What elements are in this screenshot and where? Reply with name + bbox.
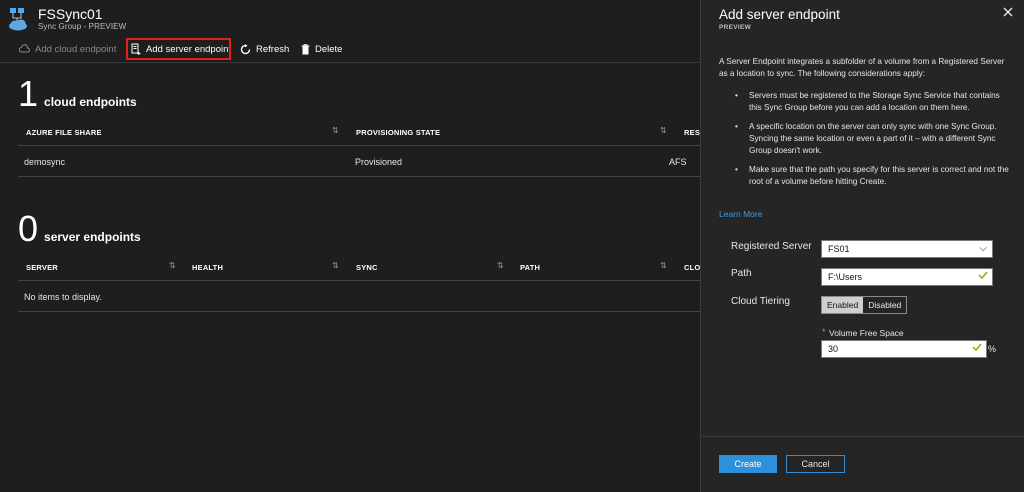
column-header-health[interactable]: HEALTH [192,263,223,272]
path-label: Path [731,268,752,279]
checkmark-icon [978,271,988,280]
blade-title: FSSync01 [38,6,103,22]
cell-resource: AFS [669,157,687,167]
create-button[interactable]: Create [719,455,777,473]
refresh-label: Refresh [256,43,290,55]
consideration-text: A specific location on the server can on… [749,122,997,155]
panel-description: A Server Endpoint integrates a subfolder… [719,57,1005,78]
sort-icon[interactable]: ⇅ [332,261,339,270]
panel-preview-badge: PREVIEW [719,24,752,31]
bullet-icon: • [735,165,738,174]
blade-header: FSSync01 Sync Group - PREVIEW [0,0,700,36]
close-icon[interactable] [1002,6,1014,18]
server-endpoints-header-row: SERVER ⇅ HEALTH ⇅ SYNC ⇅ PATH ⇅ CLOU [18,253,706,281]
cloud-tiering-label: Cloud Tiering [731,296,790,307]
divider [0,62,700,63]
refresh-button[interactable]: Refresh [240,37,289,61]
add-cloud-endpoint-button[interactable]: Add cloud endpoint [18,37,116,61]
divider [700,436,1024,437]
list-item: • Make sure that the path you specify fo… [735,164,1011,188]
sync-group-blade: FSSync01 Sync Group - PREVIEW Add cloud … [0,0,706,492]
server-endpoints-heading: 0 server endpoints [18,211,141,247]
bullet-icon: • [735,122,738,131]
percent-unit: % [988,344,997,354]
empty-table-message: No items to display. [24,292,102,302]
server-endpoints-count: 0 [18,208,39,249]
column-header-provisioning-state[interactable]: PROVISIONING STATE [356,128,440,137]
cloud-tiering-toggle: Enabled Disabled [821,296,908,314]
list-item: • Servers must be registered to the Stor… [735,90,1011,114]
empty-row: No items to display. [18,282,700,312]
path-value: F:\Users [828,272,863,282]
chevron-down-icon: ⌵ [979,243,987,254]
trash-icon [301,43,310,54]
cloud-endpoints-header-row: AZURE FILE SHARE ⇅ PROVISIONING STATE ⇅ … [18,118,706,146]
volume-free-space-label: Volume Free Space [829,328,904,338]
table-row[interactable]: demosync Provisioned AFS [18,147,700,177]
registered-server-label: Registered Server [731,241,812,252]
cell-provisioning-state: Provisioned [355,157,403,167]
tiering-enabled-option[interactable]: Enabled [822,297,864,313]
tiering-disabled-option[interactable]: Disabled [863,297,906,313]
delete-button[interactable]: Delete [301,37,342,61]
volume-free-space-input[interactable]: 30 [821,340,987,358]
sort-icon[interactable]: ⇅ [660,126,667,135]
delete-label: Delete [315,43,343,55]
cloud-endpoints-heading: 1 cloud endpoints [18,76,137,112]
column-header-azure-file-share[interactable]: AZURE FILE SHARE [26,128,102,137]
required-indicator: * [822,327,826,337]
refresh-icon [240,43,251,54]
column-header-sync[interactable]: SYNC [356,263,378,272]
sort-icon[interactable]: ⇅ [169,261,176,270]
highlight-box [126,38,231,60]
add-cloud-endpoint-label: Add cloud endpoint [35,43,117,55]
command-bar: Add cloud endpoint Add server endpoint R… [0,37,700,61]
blade-subtitle: Sync Group - PREVIEW [38,22,127,31]
sort-icon[interactable]: ⇅ [332,126,339,135]
consideration-text: Make sure that the path you specify for … [749,165,1009,186]
cloud-endpoints-label: cloud endpoints [44,95,137,109]
cloud-add-icon [18,44,30,53]
column-header-path[interactable]: PATH [520,263,540,272]
cloud-endpoints-count: 1 [18,73,39,114]
registered-server-value: FS01 [828,244,850,254]
list-item: • A specific location on the server can … [735,121,1011,157]
column-header-server[interactable]: SERVER [26,263,58,272]
learn-more-link[interactable]: Learn More [719,209,762,219]
sort-icon[interactable]: ⇅ [660,261,667,270]
path-input[interactable]: F:\Users [821,268,993,286]
volume-free-space-value: 30 [828,344,839,354]
registered-server-dropdown[interactable]: FS01 ⌵ [821,240,993,258]
panel-title: Add server endpoint [719,7,840,22]
considerations-list: • Servers must be registered to the Stor… [735,90,1011,195]
server-endpoints-label: server endpoints [44,230,141,244]
bullet-icon: • [735,91,738,100]
checkmark-icon [972,343,982,352]
cancel-button[interactable]: Cancel [786,455,845,473]
sort-icon[interactable]: ⇅ [497,261,504,270]
sync-group-icon [9,8,27,31]
cell-azure-file-share: demosync [24,157,66,167]
consideration-text: Servers must be registered to the Storag… [749,91,1000,112]
